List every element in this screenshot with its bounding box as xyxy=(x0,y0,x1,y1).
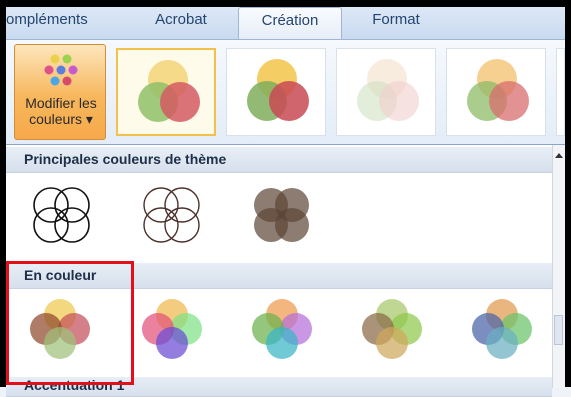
venn-circle xyxy=(160,82,200,122)
tab-creation[interactable]: Création xyxy=(238,7,342,39)
venn-circle xyxy=(156,327,188,359)
window-frame-right xyxy=(565,0,571,387)
modify-colors-button[interactable]: Modifier les couleurs ▾ xyxy=(14,44,106,140)
venn-circle xyxy=(376,327,408,359)
color-option-outline-black[interactable] xyxy=(16,177,116,257)
venn-thumbnail xyxy=(252,299,312,359)
scroll-thumb[interactable] xyxy=(554,315,563,345)
section-header-principal: Principales couleurs de thème xyxy=(6,147,552,173)
venn-thumbnail xyxy=(142,299,202,359)
highlight-frame xyxy=(6,261,134,385)
scroll-up-arrow-icon[interactable] xyxy=(555,153,563,158)
quick-style-2[interactable] xyxy=(226,48,326,136)
color-option-filled-dark[interactable] xyxy=(236,177,336,257)
ribbon-panel: Modifier les couleurs ▾ xyxy=(6,39,565,145)
gallery-scrollbar[interactable] xyxy=(552,145,565,388)
venn-thumbnail xyxy=(254,188,309,242)
quick-style-4[interactable] xyxy=(446,48,546,136)
section-title: Principales couleurs de thème xyxy=(24,151,227,167)
color-option-outline-brown[interactable] xyxy=(126,177,226,257)
color-option-colorful-5[interactable] xyxy=(456,291,556,371)
ribbon-tab-bar: ompléments Acrobat Création Format xyxy=(6,7,565,39)
color-option-colorful-3[interactable] xyxy=(236,291,336,371)
venn-circle xyxy=(266,327,298,359)
quick-style-3[interactable] xyxy=(336,48,436,136)
modify-colors-line1: Modifier les xyxy=(25,95,97,111)
venn-thumbnail xyxy=(33,187,90,243)
venn-thumbnail xyxy=(357,59,419,121)
venn-thumbnail xyxy=(138,60,200,122)
tab-acrobat[interactable]: Acrobat xyxy=(136,7,226,39)
venn-circle xyxy=(486,327,518,359)
color-option-colorful-2[interactable] xyxy=(126,291,226,371)
venn-thumbnail xyxy=(467,59,529,121)
venn-thumbnail xyxy=(247,59,309,121)
venn-thumbnail xyxy=(143,187,200,243)
venn-circle xyxy=(489,81,529,121)
venn-circle xyxy=(269,81,309,121)
modify-colors-label: Modifier les couleurs ▾ xyxy=(15,95,107,127)
venn-thumbnail xyxy=(362,299,422,359)
venn-circle xyxy=(379,81,419,121)
quick-style-1[interactable] xyxy=(116,48,216,136)
window-frame-top xyxy=(0,0,571,7)
modify-colors-line2: couleurs ▾ xyxy=(29,111,93,127)
tab-format[interactable]: Format xyxy=(351,7,441,39)
quick-style-5[interactable] xyxy=(556,48,565,136)
venn-thumbnail xyxy=(472,299,532,359)
color-dots-icon xyxy=(44,54,78,86)
tab-complements[interactable]: ompléments xyxy=(6,7,106,39)
color-option-colorful-4[interactable] xyxy=(346,291,446,371)
